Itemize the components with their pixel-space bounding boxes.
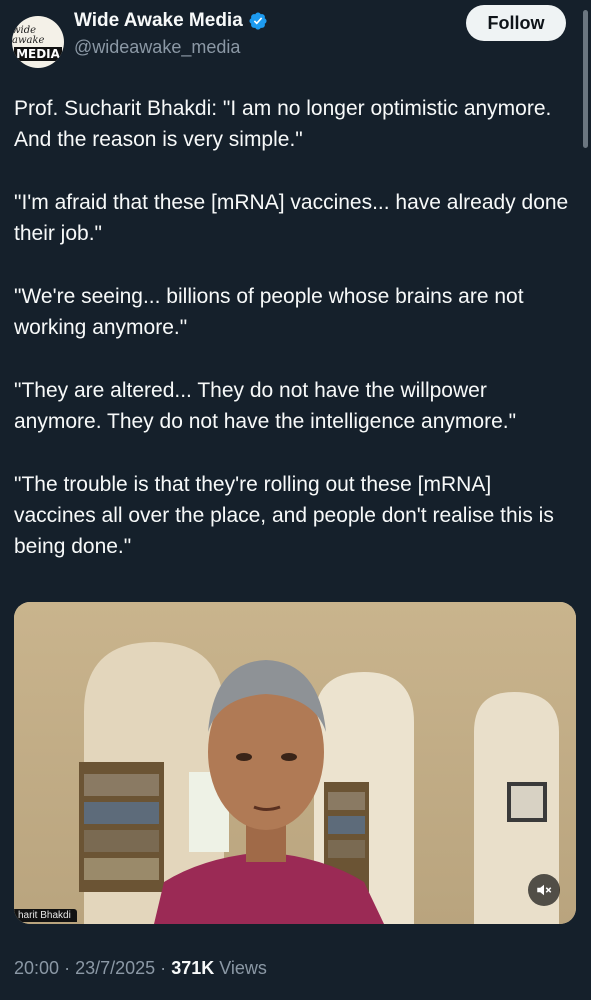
tweet-paragraph: "We're seeing... billions of people whos… [14, 285, 530, 339]
tweet-paragraph: Prof. Sucharit Bhakdi: "I am no longer o… [14, 97, 557, 151]
tweet-text: Prof. Sucharit Bhakdi: "I am no longer o… [14, 93, 574, 594]
display-name[interactable]: Wide Awake Media [74, 10, 243, 32]
follow-button[interactable]: Follow [466, 5, 566, 41]
name-row: Wide Awake Media [74, 10, 268, 32]
meta-separator: · [64, 958, 71, 978]
avatar-logo-top: wide awake [12, 24, 45, 46]
tweet-paragraph: "The trouble is that they're rolling out… [14, 473, 560, 558]
mute-button[interactable] [528, 874, 560, 906]
speaker-muted-icon [537, 884, 552, 896]
views-label: Views [219, 958, 267, 978]
tweet-paragraph: "They are altered... They do not have th… [14, 379, 517, 433]
meta-separator: · [160, 958, 167, 978]
tweet-meta: 20:00 · 23/7/2025 · 371K Views [14, 958, 267, 979]
tweet-header: wide awake MEDIA Wide Awake Media @widea… [0, 0, 591, 80]
verified-badge-icon[interactable] [248, 11, 268, 31]
views-count: 371K [171, 958, 215, 978]
tweet-paragraph: "I'm afraid that these [mRNA] vaccines..… [14, 191, 575, 245]
handle[interactable]: @wideawake_media [74, 37, 240, 58]
scrollbar-thumb[interactable] [583, 10, 588, 148]
avatar[interactable]: wide awake MEDIA [12, 16, 64, 68]
tweet-time[interactable]: 20:00 [14, 958, 59, 978]
scrollbar[interactable] [581, 0, 589, 1000]
video-caption-label: harit Bhakdi [14, 909, 77, 922]
video-player[interactable]: harit Bhakdi [14, 602, 576, 924]
avatar-logo-bottom: MEDIA [14, 46, 62, 61]
video-frame[interactable] [14, 602, 576, 924]
tweet-date[interactable]: 23/7/2025 [75, 958, 155, 978]
